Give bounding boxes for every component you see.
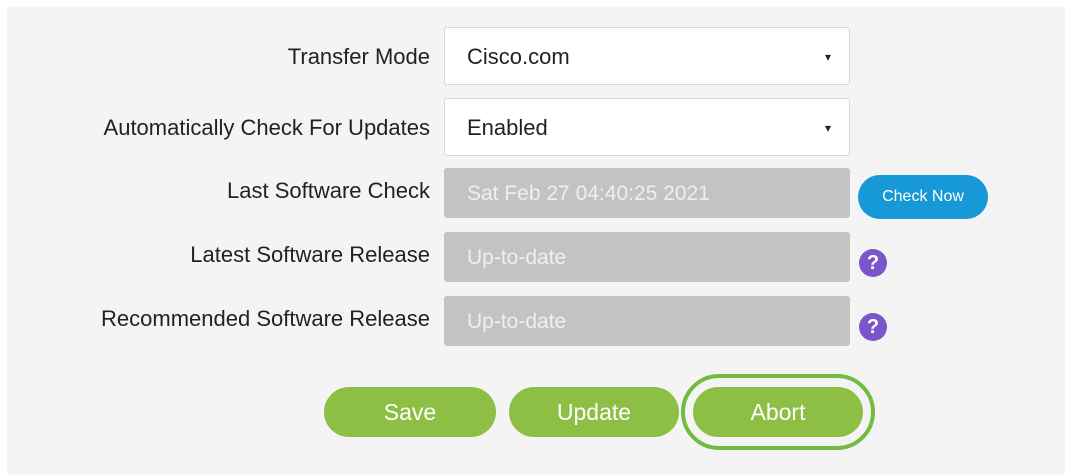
recommended-release-row: Recommended Software Release Up-to-date … bbox=[7, 289, 1065, 349]
recommended-release-field: Up-to-date bbox=[444, 296, 850, 346]
transfer-mode-select[interactable]: Cisco.com ▾ bbox=[444, 27, 850, 85]
software-update-panel: Transfer Mode Cisco.com ▾ Automatically … bbox=[7, 7, 1065, 475]
latest-release-row: Latest Software Release Up-to-date ? bbox=[7, 225, 1065, 285]
chevron-down-icon: ▾ bbox=[824, 121, 831, 135]
latest-release-label: Latest Software Release bbox=[190, 242, 430, 267]
auto-check-row: Automatically Check For Updates Enabled … bbox=[7, 98, 1065, 158]
transfer-mode-row: Transfer Mode Cisco.com ▾ bbox=[7, 27, 1065, 87]
save-button[interactable]: Save bbox=[324, 387, 496, 437]
auto-check-label: Automatically Check For Updates bbox=[103, 115, 430, 140]
latest-release-field: Up-to-date bbox=[444, 232, 850, 282]
transfer-mode-value: Cisco.com bbox=[467, 44, 570, 69]
chevron-down-icon: ▾ bbox=[824, 50, 831, 64]
transfer-mode-label: Transfer Mode bbox=[287, 44, 430, 69]
abort-button[interactable]: Abort bbox=[693, 387, 863, 437]
auto-check-value: Enabled bbox=[467, 115, 548, 140]
auto-check-select[interactable]: Enabled ▾ bbox=[444, 98, 850, 156]
update-button[interactable]: Update bbox=[509, 387, 679, 437]
help-icon[interactable]: ? bbox=[859, 313, 887, 341]
last-check-label: Last Software Check bbox=[227, 178, 430, 203]
last-check-field: Sat Feb 27 04:40:25 2021 bbox=[444, 168, 850, 218]
help-icon[interactable]: ? bbox=[859, 249, 887, 277]
check-now-button[interactable]: Check Now bbox=[858, 175, 988, 219]
recommended-release-label: Recommended Software Release bbox=[101, 306, 430, 331]
last-check-row: Last Software Check Sat Feb 27 04:40:25 … bbox=[7, 161, 1065, 221]
